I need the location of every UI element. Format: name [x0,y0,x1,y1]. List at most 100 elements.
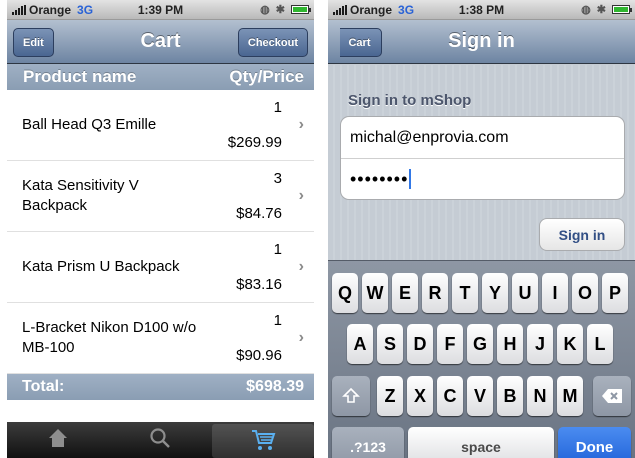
credentials-group: michal@enprovia.com •••••••• [340,116,625,200]
lock-icon: ◍ [581,4,591,16]
tab-home[interactable] [7,422,109,458]
product-name: Ball Head Q3 Emille [22,116,157,133]
key-u[interactable]: U [512,273,538,313]
signal-icon [333,4,348,15]
password-value: •••••••• [350,168,409,189]
key-v[interactable]: V [467,376,493,416]
key-d[interactable]: D [407,324,433,364]
key-j[interactable]: J [527,324,553,364]
signin-screen: Orange 3G 1:38 PM ◍ ✱ Cart Sign in Sign … [328,0,635,458]
product-price: $269.99 [227,134,282,151]
backspace-icon [602,389,622,403]
bluetooth-icon: ✱ [275,4,285,16]
password-field[interactable]: •••••••• [341,158,624,199]
chevron-right-icon: › [298,116,304,133]
key-k[interactable]: K [557,324,583,364]
backspace-key[interactable] [593,376,631,416]
product-qty: 3 [273,170,282,187]
network-type: 3G [77,2,94,17]
signin-form-area: Sign in to mShop michal@enprovia.com •••… [328,65,635,260]
key-a[interactable]: A [347,324,373,364]
key-o[interactable]: O [572,273,598,313]
key-q[interactable]: Q [332,273,358,313]
key-l[interactable]: L [587,324,613,364]
back-button-label: Cart [348,36,371,49]
key-h[interactable]: H [497,324,523,364]
signin-button[interactable]: Sign in [539,218,625,251]
product-qty: 1 [273,312,282,329]
key-m[interactable]: M [557,376,583,416]
key-n[interactable]: N [527,376,553,416]
key-g[interactable]: G [467,324,493,364]
product-qty: 1 [273,99,282,116]
cart-icon [251,430,276,450]
cart-screen: Orange 3G 1:39 PM ◍ ✱ Edit Cart Checkout… [7,0,314,458]
checkout-button[interactable]: Checkout [237,28,308,57]
column-header-qty-price: Qty/Price [229,67,304,86]
table-header: Product name Qty/Price [7,64,314,90]
key-b[interactable]: B [497,376,523,416]
text-cursor [409,169,412,189]
done-key[interactable]: Done [558,427,631,458]
edit-button[interactable]: Edit [13,28,54,57]
product-qty: 1 [273,241,282,258]
total-value: $698.39 [246,378,304,395]
chevron-right-icon: › [298,329,304,346]
carrier-name: Orange [29,2,72,17]
product-name: L-Bracket Nikon D100 w/o MB-100 [22,319,197,356]
key-t[interactable]: T [452,273,478,313]
product-name: Kata Sensitivity V Backpack [22,177,139,214]
total-bar: Total: $698.39 [7,374,314,400]
key-w[interactable]: W [362,273,388,313]
key-y[interactable]: Y [482,273,508,313]
page-title: Sign in [448,30,515,52]
email-value: michal@enprovia.com [350,128,509,146]
product-price: $83.16 [236,276,282,293]
section-heading: Sign in to mShop [348,92,472,109]
status-bar: Orange 3G 1:38 PM ◍ ✱ [328,0,635,20]
column-header-product: Product name [23,67,137,86]
key-c[interactable]: C [437,376,463,416]
page-title: Cart [140,30,181,52]
battery-icon [291,5,311,14]
carrier-name: Orange [350,2,393,17]
key-p[interactable]: P [602,273,628,313]
chevron-right-icon: › [298,258,304,275]
key-z[interactable]: Z [377,376,403,416]
search-icon [150,428,171,448]
email-field[interactable]: michal@enprovia.com [341,117,624,158]
tab-search[interactable] [109,422,211,458]
total-label: Total: [22,378,65,395]
product-price: $90.96 [236,347,282,364]
cart-row[interactable]: Kata Prism U Backpack 1 $83.16 › [7,232,314,303]
shift-arrow-icon [342,387,360,403]
product-price: $84.76 [236,205,282,222]
key-i[interactable]: I [542,273,568,313]
navigation-bar: Edit Cart Checkout [7,20,314,64]
chevron-right-icon: › [298,187,304,204]
navigation-bar: Cart Sign in [328,20,635,64]
back-button[interactable]: Cart [340,28,382,57]
space-key[interactable]: space [408,427,554,458]
bluetooth-icon: ✱ [596,4,606,16]
cart-row[interactable]: L-Bracket Nikon D100 w/o MB-100 1 $90.96… [7,303,314,374]
key-s[interactable]: S [377,324,403,364]
product-name: Kata Prism U Backpack [22,258,180,275]
numbers-key[interactable]: .?123 [332,427,404,458]
key-r[interactable]: R [422,273,448,313]
key-f[interactable]: F [437,324,463,364]
signal-icon [12,4,27,15]
lock-icon: ◍ [260,4,270,16]
network-type: 3G [398,2,415,17]
shift-key[interactable] [332,376,370,416]
battery-icon [612,5,632,14]
cart-row[interactable]: Ball Head Q3 Emille 1 $269.99 › [7,90,314,161]
status-bar: Orange 3G 1:39 PM ◍ ✱ [7,0,314,20]
tab-bar [7,422,314,458]
key-x[interactable]: X [407,376,433,416]
keyboard: Q W E R T Y U I O P A S D F G H J K L Z … [328,260,635,458]
tab-cart[interactable] [211,424,314,458]
key-e[interactable]: E [392,273,418,313]
cart-row[interactable]: Kata Sensitivity V Backpack 3 $84.76 › [7,161,314,232]
home-icon [49,429,68,447]
